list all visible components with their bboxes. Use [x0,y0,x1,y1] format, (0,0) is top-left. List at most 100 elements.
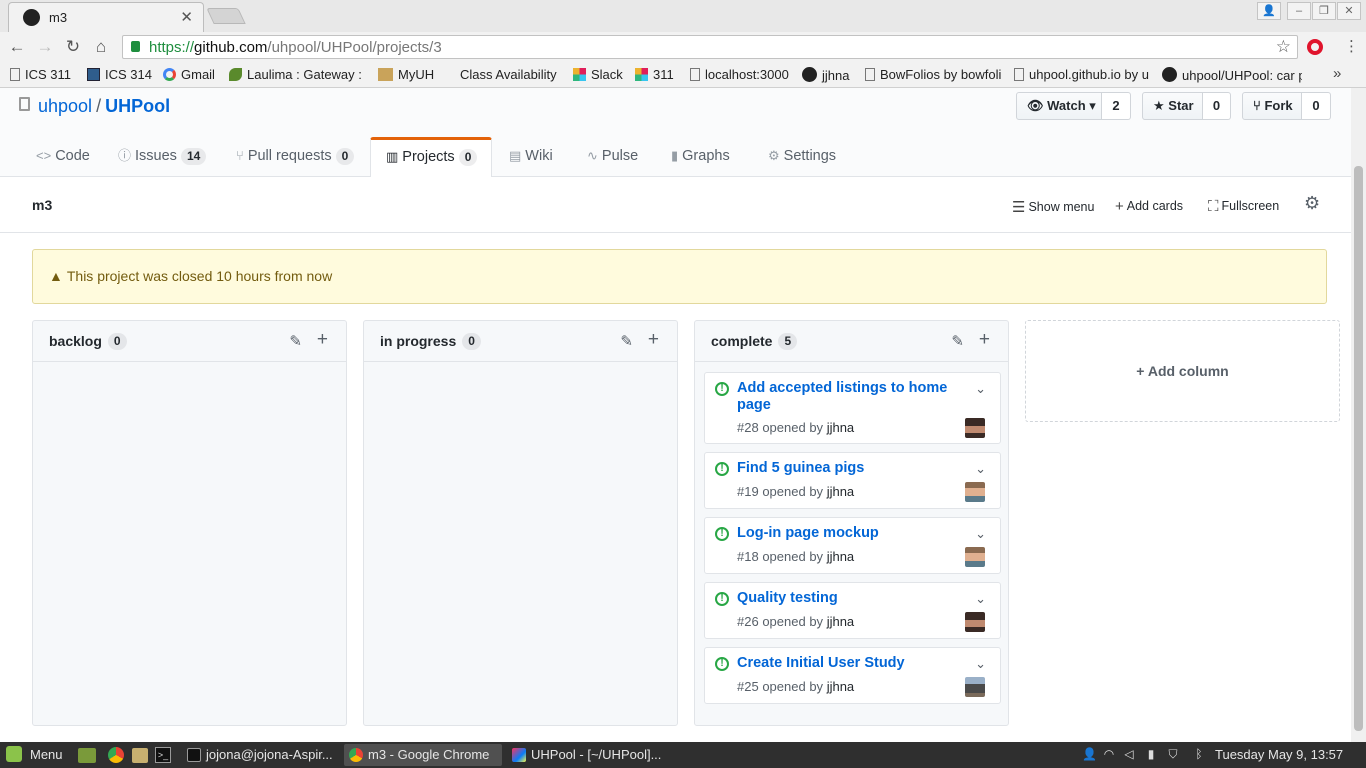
fullscreen-button[interactable]: ⛶ Fullscreen [1208,198,1279,215]
back-arrow-icon[interactable]: ← [6,36,28,58]
home-icon[interactable]: ⌂ [90,36,112,58]
fork-button[interactable]: ⑂ Fork [1242,92,1302,120]
bookmark-item[interactable]: Class Availability [449,67,557,82]
taskbar-window-chrome[interactable]: m3 - Google Chrome [344,744,502,766]
issue-card[interactable]: ! Create Initial User Study #25 opened b… [704,647,1001,704]
bookmark-star-icon[interactable]: ☆ [1276,37,1291,57]
chevron-down-icon[interactable]: ⌄ [975,591,986,607]
fork-count[interactable]: 0 [1302,92,1331,120]
project-column: complete 5 ✎ + ! Add accepted listings to… [694,320,1009,726]
clock[interactable]: Tuesday May 9, 13:57 [1215,742,1343,768]
chevron-down-icon[interactable]: ⌄ [975,381,986,397]
tab-projects[interactable]: ▥ Projects 0 [370,137,492,178]
tab-wiki[interactable]: ▤ Wiki [509,137,553,177]
chevron-down-icon[interactable]: ⌄ [975,461,986,477]
avatar[interactable] [965,677,985,697]
shield-icon[interactable]: ⛉ [1166,747,1180,762]
issue-card[interactable]: ! Add accepted listings to home page #28… [704,372,1001,444]
url-text[interactable]: https://github.com/uhpool/UHPool/project… [149,39,442,56]
bookmark-item[interactable]: ICS 314 [87,67,152,82]
taskbar-window-terminal[interactable]: jojona@jojona-Aspir... [182,744,336,766]
author-link[interactable]: jjhna [827,420,854,435]
window-close-button[interactable]: ✕ [1337,2,1361,20]
battery-icon[interactable]: ▮ [1144,747,1158,762]
bookmark-item[interactable]: BowFolios by bowfoli [865,67,1001,82]
add-column-button[interactable]: + Add column [1025,320,1340,422]
bookmark-item[interactable]: localhost:3000 [690,67,789,82]
taskbar-window-intellij[interactable]: UHPool - [~/UHPool]... [507,744,662,766]
bookmark-item[interactable]: MyUH [378,67,434,82]
user-profile-icon[interactable]: 👤 [1257,2,1281,20]
issue-card[interactable]: ! Quality testing #26 opened by jjhna ⌄ [704,582,1001,639]
chevron-down-icon[interactable]: ⌄ [975,656,986,672]
show-menu-button[interactable]: ☰ Show menu [1012,198,1094,216]
plus-icon[interactable]: + [317,329,328,351]
bookmark-item[interactable]: jjhna [802,67,849,83]
watch-count[interactable]: 2 [1102,92,1131,120]
opera-icon[interactable] [1307,39,1323,55]
wifi-icon[interactable]: ◠ [1102,747,1116,762]
close-tab-icon[interactable]: ✕ [180,8,193,26]
chevron-down-icon[interactable]: ⌄ [975,526,986,542]
issue-title-link[interactable]: Find 5 guinea pigs [737,460,967,477]
issue-card[interactable]: ! Log-in page mockup #18 opened by jjhna… [704,517,1001,574]
author-link[interactable]: jjhna [827,484,854,499]
tab-pulse[interactable]: ∿ Pulse [587,137,638,177]
repo-name-link[interactable]: UHPool [105,96,170,116]
show-desktop-icon[interactable] [78,748,96,763]
issue-card[interactable]: ! Find 5 guinea pigs #19 opened by jjhna… [704,452,1001,509]
page-scrollbar[interactable] [1351,88,1366,742]
tab-issues[interactable]: ⓘ Issues 14 [118,137,207,177]
add-cards-button[interactable]: + Add cards [1115,198,1183,215]
issue-title-link[interactable]: Quality testing [737,590,967,607]
project-settings-gear-icon[interactable]: ⚙ [1304,193,1320,214]
bookmark-item[interactable]: uhpool/UHPool: car p [1162,67,1302,83]
reload-icon[interactable]: ↻ [62,36,84,58]
bluetooth-icon[interactable]: ᛒ [1192,747,1206,762]
star-button[interactable]: ★ Star [1142,92,1203,120]
chrome-launcher-icon[interactable] [108,747,124,763]
tab-settings[interactable]: ⚙ Settings [768,137,836,177]
star-count[interactable]: 0 [1203,92,1231,120]
bookmark-item[interactable]: Laulima : Gateway : W [229,67,365,82]
author-link[interactable]: jjhna [827,679,854,694]
pencil-icon[interactable]: ✎ [620,332,633,350]
avatar[interactable] [965,482,985,502]
pencil-icon[interactable]: ✎ [951,332,964,350]
issue-title-link[interactable]: Add accepted listings to home page [737,380,967,414]
avatar[interactable] [965,418,985,438]
forward-arrow-icon[interactable]: → [34,36,56,58]
more-bookmarks-icon[interactable]: » [1333,65,1341,82]
avatar[interactable] [965,547,985,567]
scrollbar-thumb[interactable] [1354,166,1363,731]
tab-pull-requests[interactable]: ⑂ Pull requests 0 [236,137,355,177]
browser-tab[interactable]: m3 ✕ [8,2,204,32]
tab-code[interactable]: <> Code [36,137,90,177]
files-launcher-icon[interactable] [132,748,148,763]
bookmark-item[interactable]: Slack [573,67,623,82]
pencil-icon[interactable]: ✎ [289,332,302,350]
user-icon[interactable]: 👤 [1082,747,1097,762]
author-link[interactable]: jjhna [827,614,854,629]
new-tab-button[interactable] [206,8,246,24]
minimize-button[interactable]: – [1287,2,1311,20]
plus-icon[interactable]: + [648,329,659,351]
browser-menu-icon[interactable]: ⋮ [1344,37,1359,55]
avatar[interactable] [965,612,985,632]
bookmark-item[interactable]: uhpool.github.io by u [1014,67,1152,82]
tab-graphs[interactable]: ▮ Graphs [671,137,730,177]
author-link[interactable]: jjhna [827,549,854,564]
start-menu-button[interactable]: Menu [6,742,63,768]
restore-button[interactable]: ❐ [1312,2,1336,20]
issue-title-link[interactable]: Create Initial User Study [737,655,967,672]
watch-button[interactable]: 👁 Watch ▾ [1016,92,1102,120]
bookmark-item[interactable]: Gmail [163,67,215,82]
repo-owner-link[interactable]: uhpool [38,96,92,116]
address-bar[interactable]: https://github.com/uhpool/UHPool/project… [122,35,1298,59]
plus-icon[interactable]: + [979,329,990,351]
issue-title-link[interactable]: Log-in page mockup [737,525,967,542]
volume-icon[interactable]: ◁ [1122,747,1136,762]
terminal-launcher-icon[interactable]: >_ [155,747,171,763]
bookmark-item[interactable]: 311 [635,67,674,82]
bookmark-item[interactable]: ICS 311 [10,67,71,82]
